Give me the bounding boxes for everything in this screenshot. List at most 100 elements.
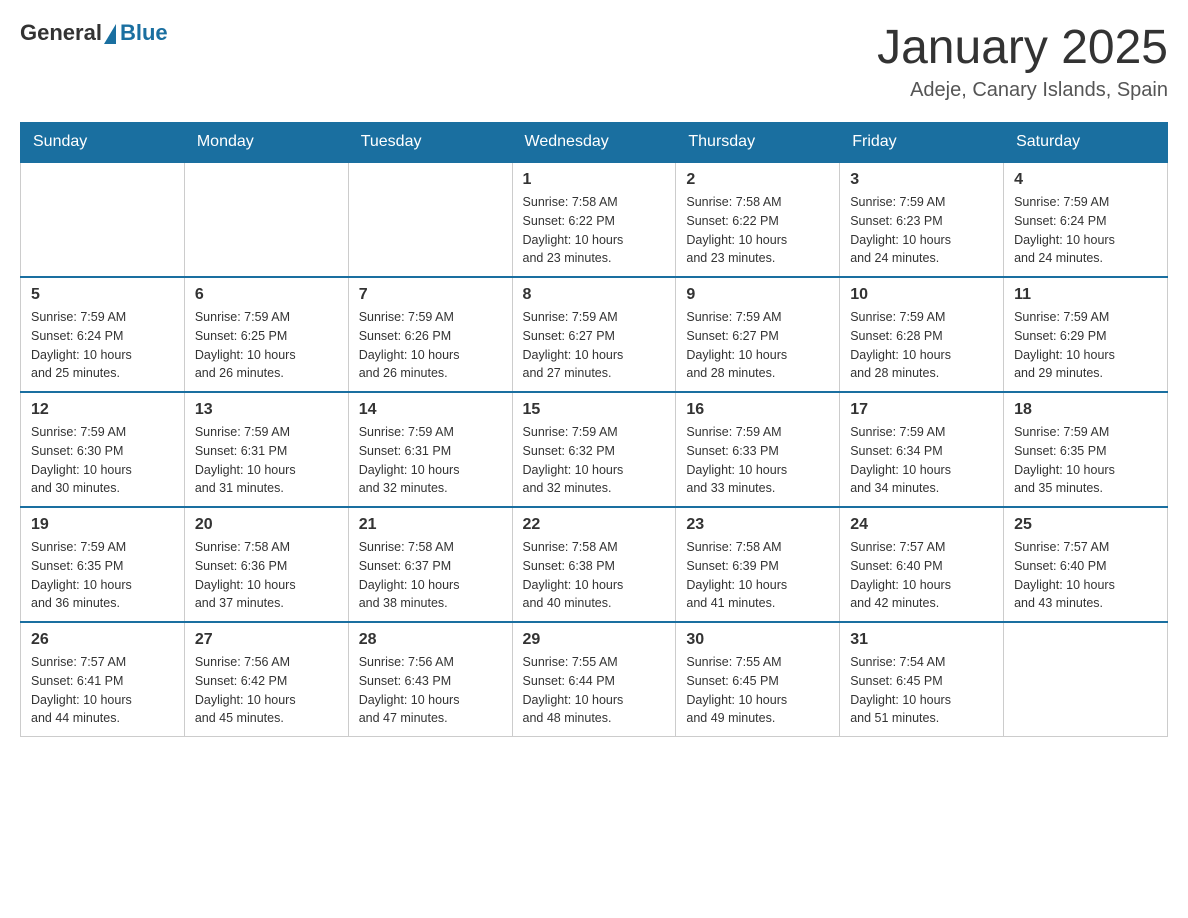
calendar-cell: 20 Sunrise: 7:58 AMSunset: 6:36 PMDayligh… bbox=[184, 507, 348, 622]
day-number: 30 bbox=[686, 631, 829, 649]
logo-general-text: General bbox=[20, 20, 102, 46]
day-number: 15 bbox=[523, 401, 666, 419]
day-info: Sunrise: 7:59 AMSunset: 6:28 PMDaylight:… bbox=[850, 308, 993, 383]
day-info: Sunrise: 7:55 AMSunset: 6:45 PMDaylight:… bbox=[686, 653, 829, 728]
day-info: Sunrise: 7:58 AMSunset: 6:39 PMDaylight:… bbox=[686, 538, 829, 613]
day-info: Sunrise: 7:55 AMSunset: 6:44 PMDaylight:… bbox=[523, 653, 666, 728]
day-info: Sunrise: 7:58 AMSunset: 6:36 PMDaylight:… bbox=[195, 538, 338, 613]
calendar-cell: 28Sunrise: 7:56 AMSunset: 6:43 PMDayligh… bbox=[348, 622, 512, 737]
day-number: 1 bbox=[523, 171, 666, 189]
day-info: Sunrise: 7:59 AMSunset: 6:27 PMDaylight:… bbox=[523, 308, 666, 383]
day-number: 24 bbox=[850, 516, 993, 534]
day-info: Sunrise: 7:59 AMSunset: 6:31 PMDaylight:… bbox=[195, 423, 338, 498]
day-number: 13 bbox=[195, 401, 338, 419]
col-header-saturday: Saturday bbox=[1004, 123, 1168, 163]
col-header-friday: Friday bbox=[840, 123, 1004, 163]
calendar-cell: 29 Sunrise: 7:55 AMSunset: 6:44 PMDayligh… bbox=[512, 622, 676, 737]
calendar-cell: 1 Sunrise: 7:58 AMSunset: 6:22 PMDaylight… bbox=[512, 162, 676, 277]
day-info: Sunrise: 7:58 AMSunset: 6:22 PMDaylight:… bbox=[523, 193, 666, 268]
day-number: 29 bbox=[523, 631, 666, 649]
day-info: Sunrise: 7:57 AMSunset: 6:41 PMDaylight:… bbox=[31, 653, 174, 728]
day-info: Sunrise: 7:59 AMSunset: 6:30 PMDaylight:… bbox=[31, 423, 174, 498]
day-info: Sunrise: 7:59 AMSunset: 6:35 PMDaylight:… bbox=[31, 538, 174, 613]
day-number: 4 bbox=[1014, 171, 1157, 189]
calendar-cell bbox=[348, 162, 512, 277]
day-number: 19 bbox=[31, 516, 174, 534]
calendar-table: SundayMondayTuesdayWednesdayThursdayFrid… bbox=[20, 122, 1168, 737]
day-number: 18 bbox=[1014, 401, 1157, 419]
calendar-cell: 11 Sunrise: 7:59 AMSunset: 6:29 PMDayligh… bbox=[1004, 277, 1168, 392]
month-title: January 2025 bbox=[877, 20, 1168, 75]
calendar-cell: 6 Sunrise: 7:59 AMSunset: 6:25 PMDaylight… bbox=[184, 277, 348, 392]
day-number: 12 bbox=[31, 401, 174, 419]
calendar-cell: 15 Sunrise: 7:59 AMSunset: 6:32 PMDayligh… bbox=[512, 392, 676, 507]
day-number: 23 bbox=[686, 516, 829, 534]
calendar-cell bbox=[21, 162, 185, 277]
week-row-3: 12 Sunrise: 7:59 AMSunset: 6:30 PMDayligh… bbox=[21, 392, 1168, 507]
day-number: 9 bbox=[686, 286, 829, 304]
page-header: General Blue January 2025 Adeje, Canary … bbox=[20, 20, 1168, 102]
day-number: 2 bbox=[686, 171, 829, 189]
day-info: Sunrise: 7:57 AMSunset: 6:40 PMDaylight:… bbox=[1014, 538, 1157, 613]
week-row-2: 5 Sunrise: 7:59 AMSunset: 6:24 PMDaylight… bbox=[21, 277, 1168, 392]
title-section: January 2025 Adeje, Canary Islands, Spai… bbox=[877, 20, 1168, 102]
day-number: 16 bbox=[686, 401, 829, 419]
day-info: Sunrise: 7:58 AMSunset: 6:22 PMDaylight:… bbox=[686, 193, 829, 268]
day-number: 20 bbox=[195, 516, 338, 534]
calendar-cell: 9Sunrise: 7:59 AMSunset: 6:27 PMDaylight… bbox=[676, 277, 840, 392]
day-number: 7 bbox=[359, 286, 502, 304]
calendar-cell: 31Sunrise: 7:54 AMSunset: 6:45 PMDayligh… bbox=[840, 622, 1004, 737]
day-info: Sunrise: 7:59 AMSunset: 6:29 PMDaylight:… bbox=[1014, 308, 1157, 383]
calendar-cell bbox=[1004, 622, 1168, 737]
calendar-cell: 13 Sunrise: 7:59 AMSunset: 6:31 PMDayligh… bbox=[184, 392, 348, 507]
day-number: 8 bbox=[523, 286, 666, 304]
day-number: 22 bbox=[523, 516, 666, 534]
calendar-cell: 2 Sunrise: 7:58 AMSunset: 6:22 PMDaylight… bbox=[676, 162, 840, 277]
calendar-cell: 12 Sunrise: 7:59 AMSunset: 6:30 PMDayligh… bbox=[21, 392, 185, 507]
day-number: 10 bbox=[850, 286, 993, 304]
day-info: Sunrise: 7:56 AMSunset: 6:42 PMDaylight:… bbox=[195, 653, 338, 728]
day-info: Sunrise: 7:56 AMSunset: 6:43 PMDaylight:… bbox=[359, 653, 502, 728]
day-info: Sunrise: 7:57 AMSunset: 6:40 PMDaylight:… bbox=[850, 538, 993, 613]
day-number: 21 bbox=[359, 516, 502, 534]
logo-blue-text: Blue bbox=[120, 20, 168, 46]
week-row-5: 26Sunrise: 7:57 AMSunset: 6:41 PMDayligh… bbox=[21, 622, 1168, 737]
calendar-cell: 19 Sunrise: 7:59 AMSunset: 6:35 PMDayligh… bbox=[21, 507, 185, 622]
day-number: 5 bbox=[31, 286, 174, 304]
calendar-cell: 27Sunrise: 7:56 AMSunset: 6:42 PMDayligh… bbox=[184, 622, 348, 737]
calendar-cell bbox=[184, 162, 348, 277]
day-number: 14 bbox=[359, 401, 502, 419]
day-info: Sunrise: 7:59 AMSunset: 6:24 PMDaylight:… bbox=[31, 308, 174, 383]
calendar-cell: 10 Sunrise: 7:59 AMSunset: 6:28 PMDayligh… bbox=[840, 277, 1004, 392]
day-info: Sunrise: 7:54 AMSunset: 6:45 PMDaylight:… bbox=[850, 653, 993, 728]
week-row-4: 19 Sunrise: 7:59 AMSunset: 6:35 PMDayligh… bbox=[21, 507, 1168, 622]
calendar-cell: 26Sunrise: 7:57 AMSunset: 6:41 PMDayligh… bbox=[21, 622, 185, 737]
day-number: 25 bbox=[1014, 516, 1157, 534]
day-number: 6 bbox=[195, 286, 338, 304]
col-header-monday: Monday bbox=[184, 123, 348, 163]
calendar-cell: 25 Sunrise: 7:57 AMSunset: 6:40 PMDayligh… bbox=[1004, 507, 1168, 622]
day-number: 3 bbox=[850, 171, 993, 189]
calendar-header-row: SundayMondayTuesdayWednesdayThursdayFrid… bbox=[21, 123, 1168, 163]
day-info: Sunrise: 7:59 AMSunset: 6:26 PMDaylight:… bbox=[359, 308, 502, 383]
calendar-cell: 3 Sunrise: 7:59 AMSunset: 6:23 PMDaylight… bbox=[840, 162, 1004, 277]
col-header-tuesday: Tuesday bbox=[348, 123, 512, 163]
day-number: 17 bbox=[850, 401, 993, 419]
day-info: Sunrise: 7:59 AMSunset: 6:34 PMDaylight:… bbox=[850, 423, 993, 498]
day-info: Sunrise: 7:59 AMSunset: 6:32 PMDaylight:… bbox=[523, 423, 666, 498]
calendar-cell: 21Sunrise: 7:58 AMSunset: 6:37 PMDayligh… bbox=[348, 507, 512, 622]
day-info: Sunrise: 7:59 AMSunset: 6:35 PMDaylight:… bbox=[1014, 423, 1157, 498]
logo: General Blue bbox=[20, 20, 168, 46]
day-info: Sunrise: 7:59 AMSunset: 6:23 PMDaylight:… bbox=[850, 193, 993, 268]
calendar-cell: 24 Sunrise: 7:57 AMSunset: 6:40 PMDayligh… bbox=[840, 507, 1004, 622]
day-info: Sunrise: 7:59 AMSunset: 6:25 PMDaylight:… bbox=[195, 308, 338, 383]
location-subtitle: Adeje, Canary Islands, Spain bbox=[877, 79, 1168, 102]
calendar-cell: 14 Sunrise: 7:59 AMSunset: 6:31 PMDayligh… bbox=[348, 392, 512, 507]
calendar-cell: 30 Sunrise: 7:55 AMSunset: 6:45 PMDayligh… bbox=[676, 622, 840, 737]
calendar-cell: 4Sunrise: 7:59 AMSunset: 6:24 PMDaylight… bbox=[1004, 162, 1168, 277]
week-row-1: 1 Sunrise: 7:58 AMSunset: 6:22 PMDaylight… bbox=[21, 162, 1168, 277]
day-number: 11 bbox=[1014, 286, 1157, 304]
day-info: Sunrise: 7:59 AMSunset: 6:31 PMDaylight:… bbox=[359, 423, 502, 498]
day-info: Sunrise: 7:59 AMSunset: 6:33 PMDaylight:… bbox=[686, 423, 829, 498]
col-header-thursday: Thursday bbox=[676, 123, 840, 163]
